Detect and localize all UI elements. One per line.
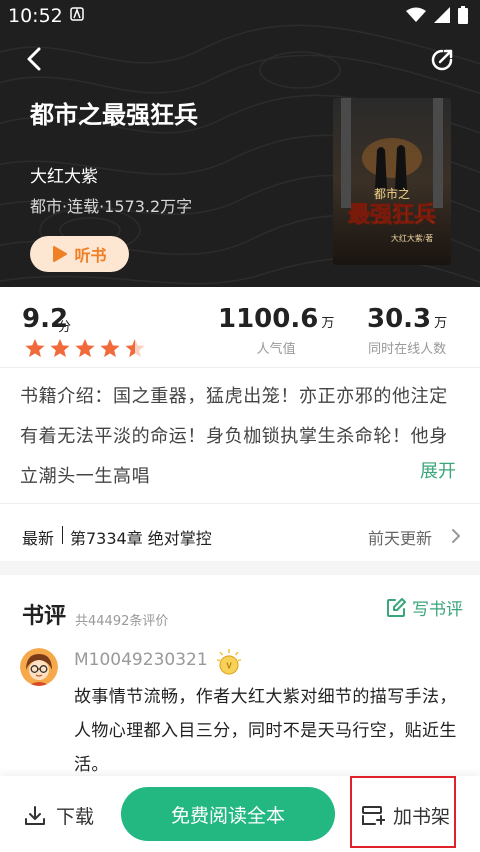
status-icons bbox=[406, 6, 468, 24]
section-gap bbox=[0, 561, 480, 575]
bottom-action-bar: 下载 免费阅读全本 加书架 bbox=[0, 776, 480, 852]
listen-button[interactable]: 听书 bbox=[30, 236, 129, 272]
wifi-icon bbox=[406, 7, 426, 22]
notification-icon bbox=[70, 7, 84, 21]
latest-chapter-row[interactable]: 最新 第7334章 绝对掌控 前天更新 bbox=[0, 513, 480, 559]
online-stat: 30.3 万 同时在线人数 bbox=[367, 304, 447, 357]
battery-icon bbox=[458, 6, 468, 24]
listen-label: 听书 bbox=[74, 246, 107, 265]
latest-separator bbox=[62, 526, 63, 544]
free-read-label: 免费阅读全本 bbox=[170, 804, 285, 827]
star-icon bbox=[25, 339, 45, 357]
book-title: 都市之最强狂兵 bbox=[30, 101, 198, 129]
add-to-shelf-label: 加书架 bbox=[393, 806, 451, 828]
online-value: 30.3 bbox=[367, 304, 432, 334]
status-bar: 10:52 bbox=[0, 0, 480, 32]
star-icon bbox=[125, 339, 145, 357]
chevron-right-icon bbox=[452, 529, 460, 543]
svg-text:大红大紫/著: 大红大紫/著 bbox=[391, 233, 433, 243]
stats-row: 9.2 分 1100.6 万 人气值 30.3 万 同时在线人数 bbox=[0, 288, 480, 366]
online-unit: 万 bbox=[434, 316, 448, 331]
download-icon bbox=[25, 805, 45, 825]
signal-icon bbox=[434, 7, 450, 23]
latest-chapter-title: 第7334章 绝对掌控 bbox=[70, 529, 212, 548]
star-icon bbox=[75, 339, 95, 357]
latest-tag: 最新 bbox=[22, 529, 55, 548]
reviews-count: 共44492条评价 bbox=[75, 614, 169, 629]
reviews-title: 书评 bbox=[22, 604, 67, 629]
popularity-stat: 1100.6 万 人气值 bbox=[218, 304, 334, 357]
play-icon bbox=[53, 246, 68, 262]
share-button[interactable] bbox=[428, 46, 456, 74]
user-avatar[interactable] bbox=[20, 648, 58, 686]
vip-badge-icon: V bbox=[216, 649, 242, 675]
popularity-value: 1100.6 bbox=[218, 304, 319, 334]
book-meta: 都市·连载·1573.2万字 bbox=[30, 197, 193, 216]
add-to-shelf-button[interactable]: 加书架 bbox=[350, 776, 456, 848]
add-shelf-icon bbox=[362, 805, 385, 825]
write-review-button[interactable]: 写书评 bbox=[386, 595, 463, 620]
divider bbox=[0, 503, 480, 504]
svg-text:都市之: 都市之 bbox=[374, 186, 410, 201]
free-read-button[interactable]: 免费阅读全本 bbox=[121, 787, 335, 841]
star-icon bbox=[50, 339, 70, 357]
rating-unit: 分 bbox=[58, 320, 72, 335]
latest-update-time: 前天更新 bbox=[368, 529, 433, 548]
rating-stars bbox=[24, 338, 146, 358]
book-intro: 书籍介绍：国之重器，猛虎出笼！亦正亦邪的他注定有着无法平淡的命运！身负枷锁执掌生… bbox=[20, 386, 448, 487]
expand-intro-link[interactable]: 展开 bbox=[420, 457, 456, 483]
online-label: 同时在线人数 bbox=[368, 342, 447, 357]
add-to-shelf-content: 加书架 bbox=[361, 802, 450, 829]
book-detail-page: 10:52 都市之最强狂兵 大红大紫 都市·连载·1573.2万字 听书 都市之… bbox=[0, 0, 480, 852]
write-review-label: 写书评 bbox=[412, 600, 463, 620]
popularity-label: 人气值 bbox=[256, 342, 296, 357]
status-time: 10:52 bbox=[8, 5, 63, 27]
book-cover[interactable]: 都市之 最强狂兵 大红大紫/著 bbox=[333, 98, 451, 265]
review-username[interactable]: M10049230321 bbox=[74, 650, 208, 670]
svg-text:最强狂兵: 最强狂兵 bbox=[348, 202, 436, 227]
book-header: 10:52 都市之最强狂兵 大红大紫 都市·连载·1573.2万字 听书 都市之… bbox=[0, 0, 480, 287]
divider bbox=[0, 367, 480, 368]
download-label: 下载 bbox=[56, 806, 95, 828]
svg-text:V: V bbox=[226, 662, 232, 671]
popularity-unit: 万 bbox=[321, 316, 335, 331]
review-text: 故事情节流畅，作者大红大紫对细节的描写手法，人物心理都入目三分，同时不是天马行空… bbox=[74, 687, 457, 775]
back-button[interactable] bbox=[20, 44, 50, 74]
edit-icon bbox=[387, 597, 406, 617]
star-icon bbox=[100, 339, 120, 357]
download-button[interactable]: 下载 bbox=[24, 802, 94, 829]
book-author[interactable]: 大红大紫 bbox=[30, 162, 98, 187]
